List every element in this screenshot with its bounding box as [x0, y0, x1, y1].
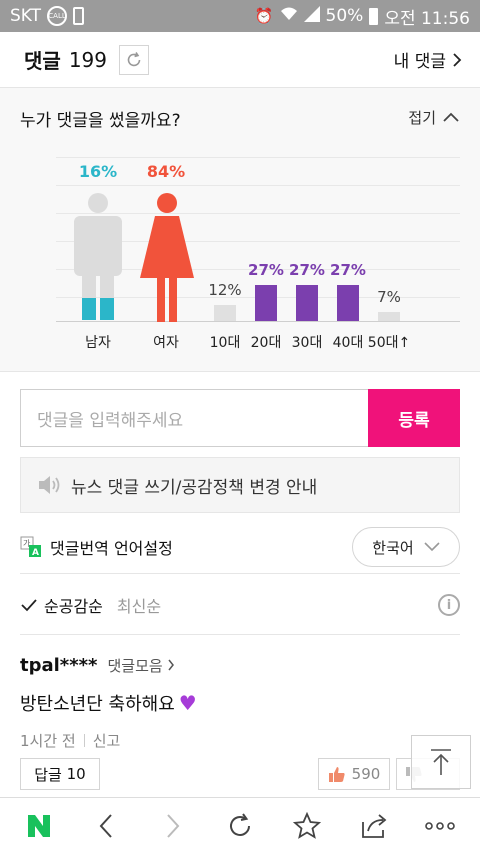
naver-home-button[interactable]: [19, 806, 59, 846]
carrier-label: SKT: [10, 6, 42, 26]
thumbs-up-icon: [328, 767, 345, 782]
fold-label: 접기: [408, 109, 436, 127]
fold-button[interactable]: 접기: [408, 107, 460, 128]
gender-category-label: 여자: [153, 335, 179, 351]
info-icon[interactable]: i: [438, 594, 460, 616]
reply-button[interactable]: 답글 10: [20, 758, 100, 790]
divider: [20, 573, 460, 574]
age-percent-label: 27%: [330, 261, 366, 279]
comment-time: 1시간 전: [20, 732, 76, 750]
comment-text: 방탄소년단 축하해요: [20, 694, 175, 715]
naver-logo-icon: [28, 814, 51, 837]
comment-collection-link[interactable]: 댓글모음: [107, 655, 175, 676]
age-bar-1: [255, 285, 277, 321]
sort-bar: 순공감순 최신순 i: [20, 590, 460, 620]
age-bar-2: [296, 285, 318, 321]
comment-item: tpal**** 댓글모음 방탄소년단 축하해요 ♥ 1시간 전 신고: [20, 655, 460, 751]
wifi-icon: [280, 6, 298, 26]
notice-text: 뉴스 댓글 쓰기/공감정책 변경 안내: [71, 477, 318, 498]
purple-heart-icon: ♥: [178, 691, 197, 715]
share-button[interactable]: [354, 806, 394, 846]
share-icon: [361, 813, 387, 838]
speaker-icon: [39, 476, 60, 494]
comment-form: 댓글을 입력해주세요 등록: [20, 389, 460, 447]
browser-toolbar: [0, 797, 480, 853]
chevron-down-icon: [424, 542, 440, 552]
arrow-up-icon: [431, 749, 451, 775]
meta-separator: [83, 734, 85, 747]
stats-question: 누가 댓글을 썼을까요?: [20, 111, 181, 131]
forward-button[interactable]: [153, 806, 193, 846]
refresh-icon: [127, 51, 141, 66]
status-bar: SKT CALL ⏰ 50% 오전 11:56: [0, 0, 480, 32]
back-arrow-icon: [99, 813, 113, 838]
star-icon: [292, 811, 321, 839]
my-comments-link[interactable]: 내 댓글: [394, 47, 462, 72]
bookmark-button[interactable]: [287, 806, 327, 846]
reply-count: 10: [66, 765, 86, 783]
language-value: 한국어: [372, 538, 414, 557]
female-percent-label: 84%: [146, 162, 186, 181]
call-badge-icon: CALL: [47, 6, 68, 26]
checkmark-icon: [21, 599, 37, 612]
chevron-right-icon: [168, 659, 175, 671]
gridline: [56, 157, 460, 158]
age-bar-4: [378, 312, 400, 321]
signal-icon: [303, 6, 320, 26]
forward-arrow-icon: [167, 813, 180, 838]
more-menu-button[interactable]: [420, 806, 460, 846]
male-figure-icon: [74, 193, 122, 320]
scroll-to-top-button[interactable]: [411, 735, 471, 789]
age-percent-label: 7%: [377, 288, 401, 306]
comment-input[interactable]: 댓글을 입력해주세요: [20, 389, 368, 447]
my-comments-label: 내 댓글: [393, 52, 446, 72]
comment-count: 199: [68, 47, 107, 72]
translate-icon: 가 A: [20, 536, 41, 558]
language-select[interactable]: 한국어: [352, 527, 460, 567]
battery-percent: 50%: [325, 6, 364, 26]
translate-label: 댓글번역 언어설정: [50, 539, 173, 558]
gender-category-label: 남자: [85, 335, 111, 351]
comment-username[interactable]: tpal****: [20, 655, 97, 676]
age-bar-0: [214, 305, 236, 321]
back-button[interactable]: [86, 806, 126, 846]
report-link[interactable]: 신고: [93, 730, 121, 751]
like-count: 590: [351, 765, 381, 783]
notification-icon: [73, 7, 85, 25]
commenter-stats: 누가 댓글을 썼을까요? 접기 16% 84% 남자 여자 12% 10대 27% 2…: [0, 88, 480, 372]
like-button[interactable]: 590: [318, 758, 390, 790]
chevron-up-icon: [443, 112, 459, 122]
battery-icon: [369, 7, 379, 25]
collection-label: 댓글모음: [107, 657, 163, 675]
more-dots-icon: [425, 821, 456, 830]
sort-option-latest[interactable]: 최신순: [117, 593, 161, 617]
policy-notice-banner[interactable]: 뉴스 댓글 쓰기/공감정책 변경 안내: [20, 457, 460, 513]
svg-text:A: A: [32, 548, 39, 558]
gridline: [56, 185, 460, 186]
age-category-label: 50대↑: [367, 335, 411, 351]
page-title: 댓글: [24, 49, 61, 73]
age-percent-label: 12%: [208, 281, 242, 299]
divider: [20, 634, 460, 635]
reply-label: 답글: [34, 765, 62, 784]
reload-icon: [229, 812, 250, 836]
clock: 오전 11:56: [384, 8, 470, 29]
age-bar-3: [337, 285, 359, 321]
chevron-right-icon: [453, 52, 462, 67]
comments-header: 댓글 199 내 댓글: [0, 32, 480, 88]
female-figure-icon: [140, 193, 194, 322]
refresh-button[interactable]: [119, 44, 149, 75]
reload-button[interactable]: [220, 806, 260, 846]
sort-option-popular[interactable]: 순공감순: [44, 593, 103, 617]
submit-button[interactable]: 등록: [368, 389, 460, 447]
alarm-icon: ⏰: [254, 7, 274, 25]
male-percent-label: 16%: [78, 162, 118, 181]
translate-settings: 가 A 댓글번역 언어설정 한국어: [20, 522, 460, 572]
